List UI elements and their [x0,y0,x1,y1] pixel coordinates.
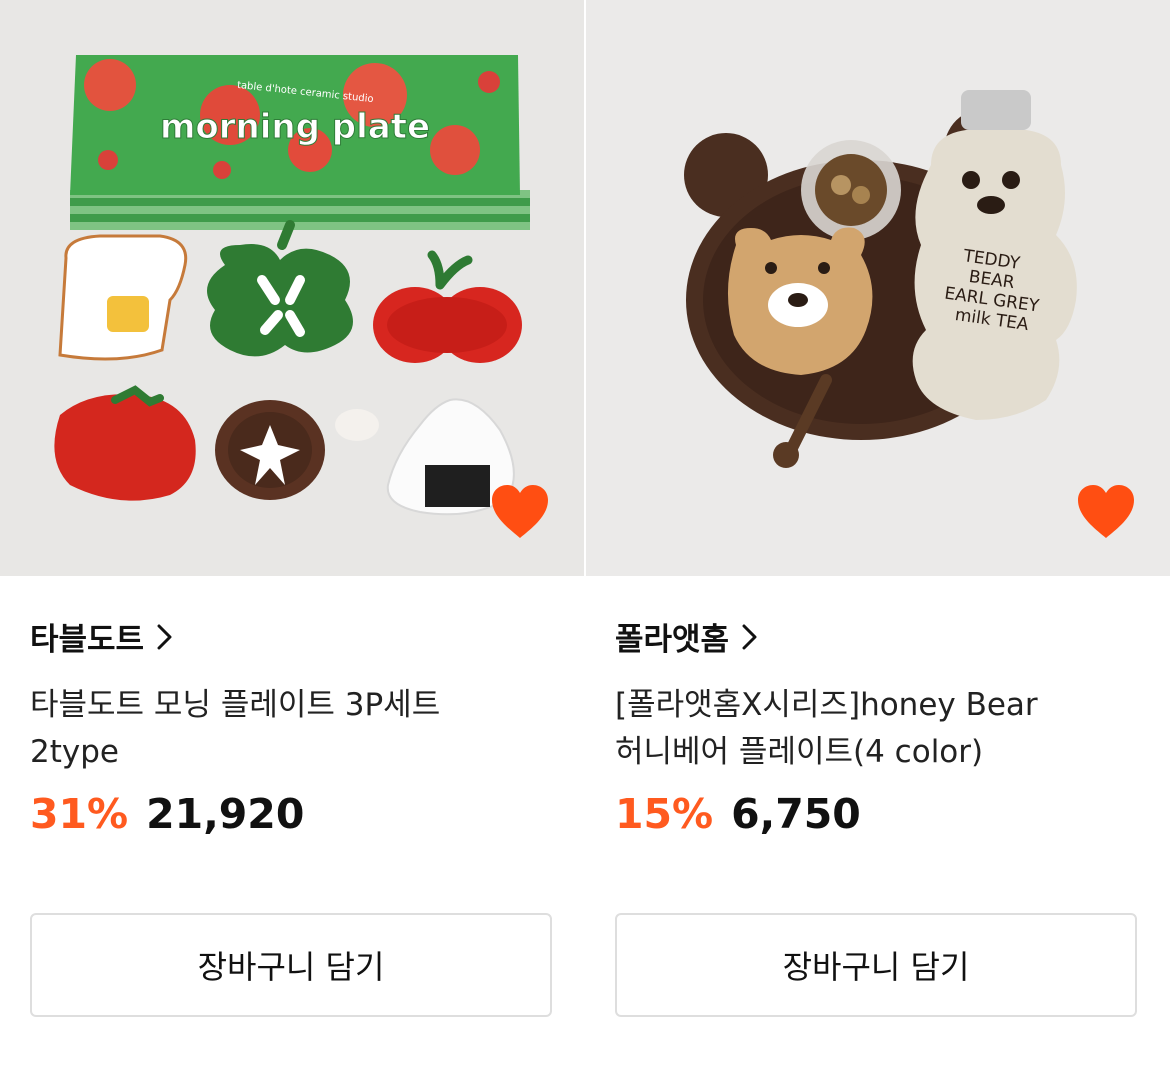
product-image[interactable]: TEDDY BEAR EARL GREY milk TEA [586,0,1170,576]
product-title-line1: [폴라앳홈X시리즈]honey Bear [615,687,1038,723]
product-image[interactable]: morning plate table d'hote ceramic studi… [0,0,584,576]
add-to-cart-button[interactable]: 장바구니 담기 [30,913,552,1017]
chevron-right-icon [157,624,172,649]
product-card[interactable]: morning plate table d'hote ceramic studi… [0,0,585,1067]
add-to-cart-button[interactable]: 장바구니 담기 [615,913,1137,1017]
box-title: morning plate [160,107,430,147]
product-grid: morning plate table d'hote ceramic studi… [0,0,1170,1067]
brand-link[interactable]: 타블도트 [30,614,176,659]
product-title-line2: 2type [30,734,119,770]
wishlist-heart-icon[interactable] [488,482,552,540]
price-row: 31% 21,920 [30,790,304,838]
wishlist-heart-icon[interactable] [1074,482,1138,540]
price-row: 15% 6,750 [615,790,861,838]
sale-price: 6,750 [731,790,861,838]
discount-rate: 31% [30,790,129,838]
product-title-line1: 타블도트 모닝 플레이트 3P세트 [30,687,441,723]
chevron-right-icon [742,624,757,649]
discount-rate: 15% [615,790,714,838]
product-title[interactable]: [폴라앳홈X시리즈]honey Bear 허니베어 플레이트(4 color) [615,682,1135,776]
brand-link[interactable]: 폴라앳홈 [615,614,761,659]
brand-name: 폴라앳홈 [615,622,730,658]
brand-name: 타블도트 [30,622,145,658]
product-card[interactable]: TEDDY BEAR EARL GREY milk TEA 폴라앳홈 [폴라앳홈… [585,0,1170,1067]
product-title[interactable]: 타블도트 모닝 플레이트 3P세트 2type [30,682,550,776]
product-title-line2: 허니베어 플레이트(4 color) [615,734,984,770]
sale-price: 21,920 [146,790,305,838]
